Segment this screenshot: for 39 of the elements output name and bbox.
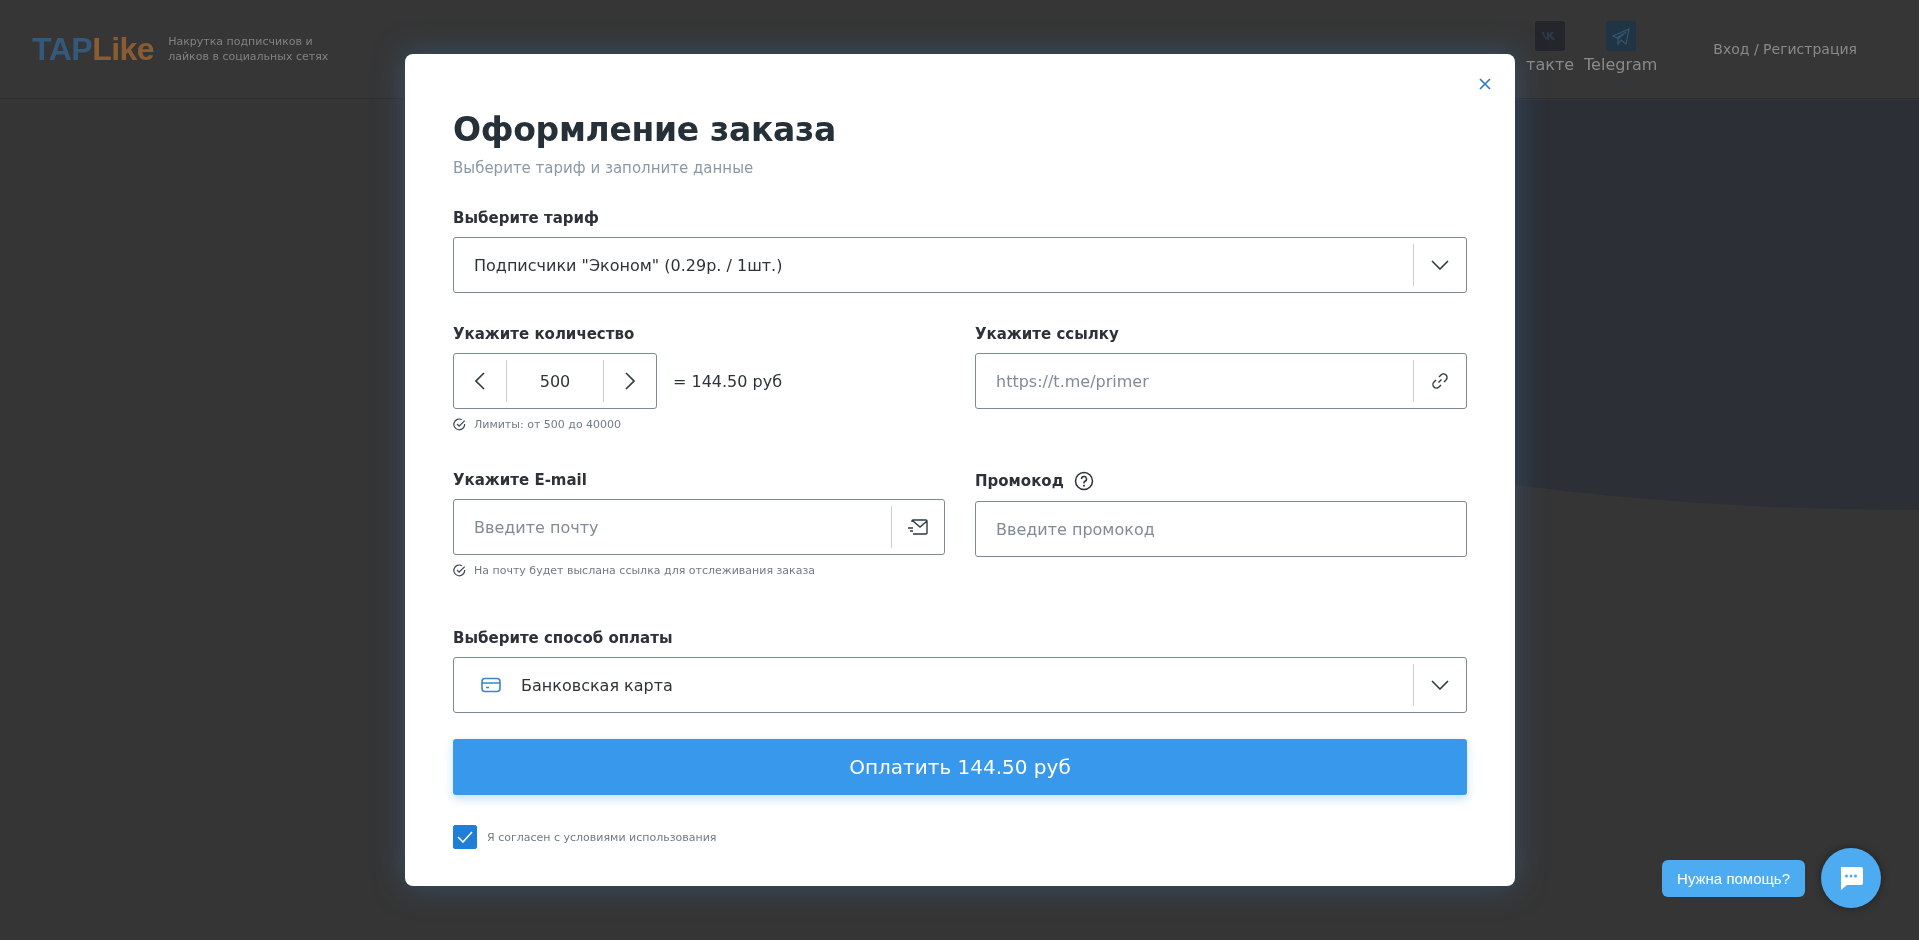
chevron-down-icon	[1431, 680, 1449, 690]
help-button[interactable]: Нужна помощь?	[1662, 859, 1805, 897]
field-label: Укажите E-mail	[453, 471, 587, 489]
site-tagline: Накрутка подписчиков и лайков в социальных сетях	[168, 34, 330, 64]
chevron-left-icon	[475, 372, 485, 390]
payment-select[interactable]: Банковская карта	[453, 657, 1467, 713]
credit-card-icon	[481, 677, 501, 693]
logo-tile-icon	[1535, 20, 1566, 51]
close-icon	[1479, 78, 1491, 90]
pay-button[interactable]: Оплатить 144.50 руб	[453, 739, 1467, 795]
nav-link[interactable]: такте	[1526, 20, 1575, 88]
quantity-value[interactable]: 500	[506, 360, 604, 402]
checkmark-icon	[457, 831, 473, 843]
field-label: Промокод	[975, 472, 1064, 490]
link-icon	[1431, 372, 1449, 390]
chat-button[interactable]	[1821, 848, 1881, 908]
agree-checkbox[interactable]	[453, 825, 477, 849]
promo-code-field[interactable]: Введите промокод	[976, 502, 1466, 556]
envelope-icon	[907, 518, 929, 536]
chevron-down-icon	[1431, 260, 1449, 270]
paper-plane-icon	[1605, 20, 1636, 51]
help-icon[interactable]	[1073, 471, 1094, 491]
site-logo[interactable]: TAPLike	[32, 30, 155, 68]
chevron-right-icon	[625, 372, 635, 390]
agree-label: Я согласен с условиями использования	[487, 830, 717, 844]
field-label: Укажите количество	[453, 325, 635, 343]
login-link[interactable]: Вход / Регистрация	[1707, 40, 1863, 58]
total-price: = 144.50 руб	[673, 371, 783, 391]
field-label: Укажите ссылку	[975, 325, 1119, 343]
dialog-title: Оформление заказа	[453, 110, 837, 149]
nav-link[interactable]: Telegram	[1584, 20, 1658, 88]
hint-text: На почту будет выслана ссылка для отслеживания заказа	[474, 564, 816, 577]
hint-text: Лимиты: от 500 до 40000	[474, 418, 622, 431]
field-label: Выберите способ оплаты	[453, 629, 673, 647]
check-circle-icon	[453, 418, 466, 431]
tariff-select[interactable]: Подписчики "Эконом" (0.29р. / 1шт.)	[453, 237, 1467, 293]
dialog-subtitle: Выберите тариф и заполните данные	[453, 159, 755, 177]
field-label: Выберите тариф	[453, 209, 599, 227]
check-circle-icon	[453, 564, 466, 577]
